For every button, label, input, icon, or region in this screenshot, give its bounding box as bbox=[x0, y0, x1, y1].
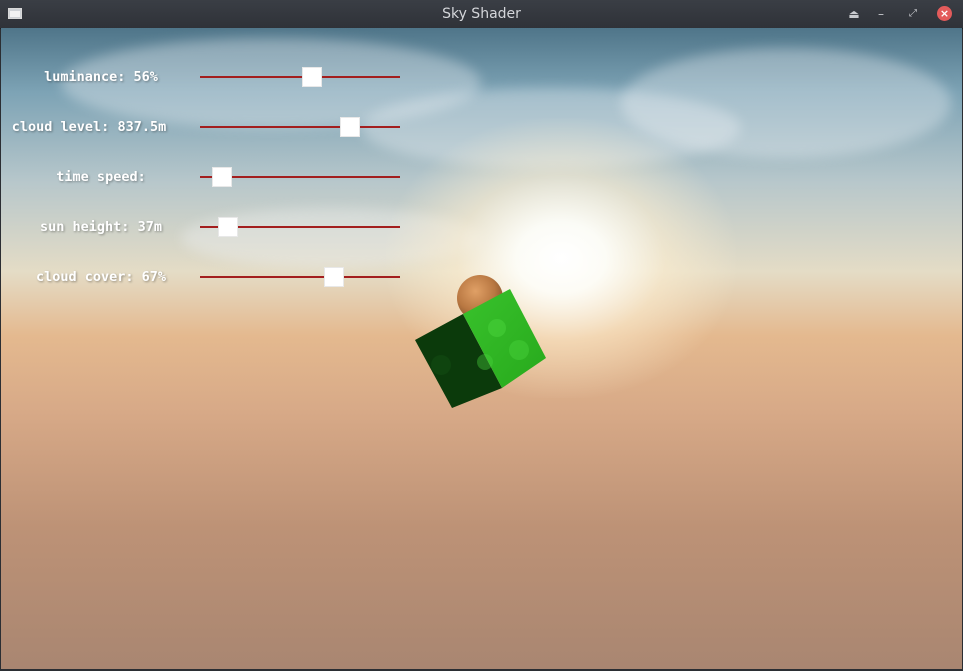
cloud-level-label: cloud level: 837.5m bbox=[11, 119, 167, 135]
sun-height-label: sun height: 37m bbox=[40, 219, 162, 235]
luminance-label: luminance: 56% bbox=[44, 69, 158, 85]
app-window: Sky Shader ⏏ – ⤢ × luminance: 56% cloud … bbox=[0, 0, 963, 671]
luminance-slider[interactable] bbox=[200, 76, 400, 78]
sun-height-thumb[interactable] bbox=[218, 217, 238, 237]
cloud-level-slider[interactable] bbox=[200, 126, 400, 128]
eject-icon[interactable]: ⏏ bbox=[845, 5, 863, 23]
time-speed-label: time speed: bbox=[56, 169, 146, 185]
time-speed-thumb[interactable] bbox=[212, 167, 232, 187]
close-icon[interactable]: × bbox=[937, 6, 952, 21]
cloud-cover-slider[interactable] bbox=[200, 276, 400, 278]
cloud-cover-label: cloud cover: 67% bbox=[35, 269, 167, 285]
cube-texture bbox=[509, 340, 529, 360]
cube-texture bbox=[488, 319, 506, 337]
window-title: Sky Shader bbox=[442, 6, 521, 22]
cube-texture bbox=[431, 355, 451, 375]
restore-icon[interactable]: ⤢ bbox=[904, 5, 922, 23]
luminance-thumb[interactable] bbox=[302, 67, 322, 87]
minimize-icon[interactable]: – bbox=[872, 5, 890, 23]
render-viewport[interactable]: luminance: 56% cloud level: 837.5m time … bbox=[1, 28, 962, 669]
cube-texture bbox=[477, 354, 493, 370]
cloud-cover-thumb[interactable] bbox=[324, 267, 344, 287]
title-bar[interactable]: Sky Shader ⏏ – ⤢ × bbox=[0, 0, 963, 29]
cloud-level-thumb[interactable] bbox=[340, 117, 360, 137]
